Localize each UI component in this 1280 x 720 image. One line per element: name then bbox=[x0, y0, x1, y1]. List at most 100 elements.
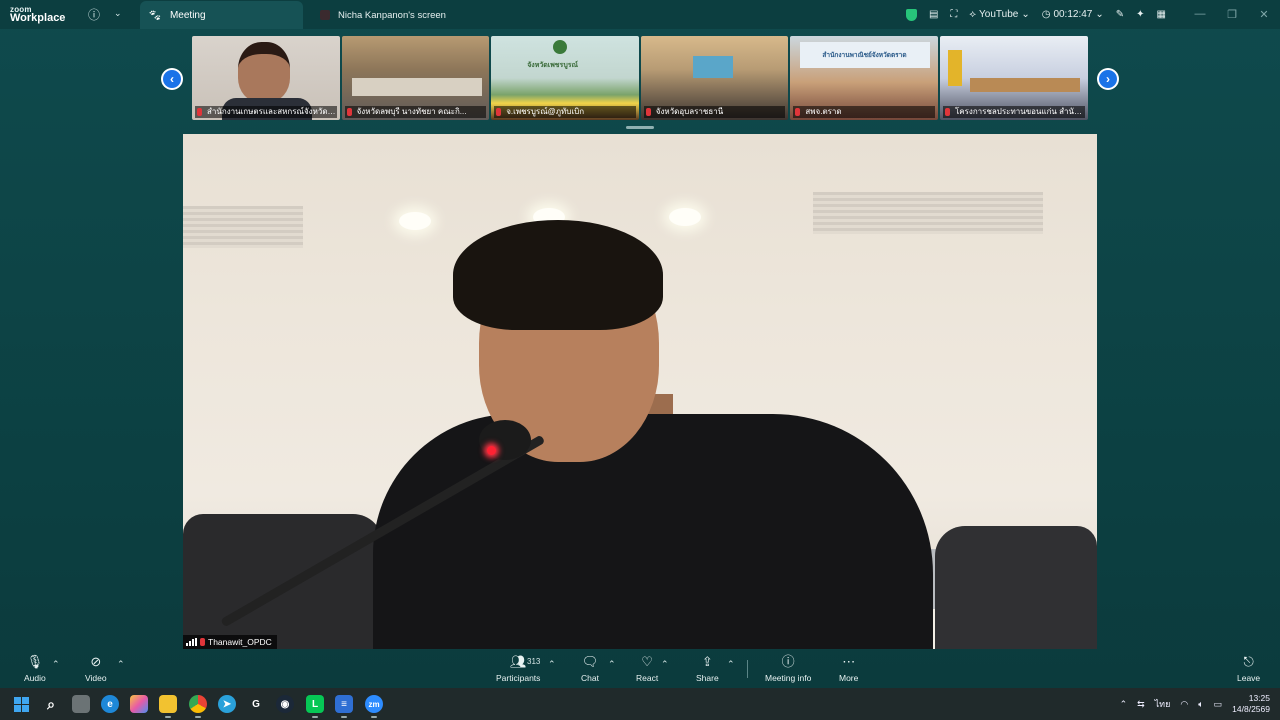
network-activity-icon[interactable]: ⇆ bbox=[1137, 699, 1145, 710]
muted-mic-icon bbox=[944, 108, 950, 116]
conference-table bbox=[351, 78, 482, 96]
chevron-down-icon: ⌄ bbox=[1021, 9, 1030, 20]
speaker-hair bbox=[453, 220, 663, 330]
stream-icon: ⟡ bbox=[969, 9, 977, 20]
steam-icon[interactable]: ◉ bbox=[276, 695, 294, 713]
ai-companion-icon[interactable]: ✦ bbox=[1136, 9, 1144, 20]
info-icon[interactable]: ⓘ bbox=[88, 6, 100, 23]
speaker-name: Thanawit_OPDC bbox=[208, 637, 272, 647]
muted-mic-icon bbox=[795, 108, 801, 116]
edge-icon[interactable]: e bbox=[101, 695, 119, 713]
more-dots-icon: ⋯ bbox=[842, 654, 856, 669]
chat-button[interactable]: 🗨︎ Chat bbox=[581, 654, 599, 683]
toolbar-divider bbox=[747, 660, 748, 678]
muted-mic-icon bbox=[496, 108, 502, 116]
speaker-body bbox=[373, 414, 933, 649]
encryption-shield-icon[interactable] bbox=[905, 8, 917, 21]
province-seal-icon bbox=[553, 40, 568, 54]
participant-tile[interactable]: จังหวัดอุบลราชธานี bbox=[640, 36, 789, 120]
telegram-icon[interactable]: ➤ bbox=[218, 695, 236, 713]
meeting-timer[interactable]: ◷ 00:12:47 ⌄ bbox=[1042, 9, 1104, 20]
taskbar-clock[interactable]: 13:25 14/8/2569 bbox=[1232, 693, 1270, 715]
zoom-workplace-logo: zoom Workplace bbox=[10, 5, 66, 24]
timer-value: 00:12:47 bbox=[1053, 9, 1093, 20]
chair bbox=[935, 526, 1097, 649]
share-button[interactable]: ⇪ Share bbox=[696, 654, 719, 683]
notes-icon[interactable]: ▤ bbox=[929, 9, 938, 20]
ceiling-light bbox=[669, 208, 701, 226]
restore-icon[interactable]: ❐ bbox=[1216, 8, 1248, 21]
react-options-caret[interactable]: ⌃ bbox=[661, 659, 669, 670]
tab-meeting-label: Meeting bbox=[169, 9, 206, 21]
flag-decoration bbox=[947, 50, 962, 86]
leave-button[interactable]: ⎋ Leave bbox=[1237, 654, 1260, 683]
language-indicator[interactable]: ไทย bbox=[1155, 697, 1171, 711]
wifi-icon[interactable]: ◠ bbox=[1180, 699, 1188, 710]
tab-shared-screen[interactable]: Nicha Kanpanon's screen bbox=[312, 1, 482, 29]
tab-shared-screen-label: Nicha Kanpanon's screen bbox=[338, 9, 446, 21]
ceiling-vent bbox=[183, 206, 303, 248]
file-explorer-icon[interactable] bbox=[159, 695, 177, 718]
chat-options-caret[interactable]: ⌃ bbox=[608, 659, 616, 670]
participant-tile[interactable]: สำนักงานเกษตรและสหกรณ์จังหวัดชั... bbox=[192, 36, 340, 120]
participant-tile[interactable]: สำนักงานพาณิชย์จังหวัดตราด สพจ.ตราด bbox=[790, 36, 938, 120]
share-options-caret[interactable]: ⌃ bbox=[727, 659, 735, 670]
muted-mic-icon bbox=[645, 108, 651, 116]
annotate-icon[interactable]: ✎ bbox=[1116, 9, 1124, 20]
notepad-icon[interactable]: ≡ bbox=[335, 695, 353, 718]
mic-muted-icon: 🎙︎ bbox=[26, 654, 44, 669]
tile-banner-text: จังหวัดเพชรบูรณ์ bbox=[527, 62, 579, 69]
gallery-next-button[interactable]: › bbox=[1097, 68, 1119, 90]
tab-meeting[interactable]: 🐾︎ Meeting bbox=[140, 1, 303, 29]
minimize-icon[interactable]: — bbox=[1184, 8, 1216, 21]
meeting-info-button[interactable]: ⓘ Meeting info bbox=[765, 654, 811, 683]
speaker-icon[interactable]: 🔈︎ bbox=[1198, 699, 1203, 710]
active-speaker-video[interactable]: Thanawit_OPDC bbox=[183, 134, 1097, 649]
tile-banner-text: สำนักงานพาณิชย์จังหวัดตราด bbox=[800, 42, 931, 68]
search-icon[interactable]: ⌕ bbox=[42, 695, 60, 713]
chevron-right-icon: › bbox=[1099, 70, 1117, 88]
copilot-icon[interactable] bbox=[130, 695, 148, 713]
participant-tile[interactable]: จังหวัดลพบุรี นางทัชยา คณะกิ... bbox=[341, 36, 490, 120]
muted-mic-icon bbox=[197, 108, 202, 116]
participants-count: 313 bbox=[527, 657, 541, 666]
muted-mic-icon bbox=[346, 108, 352, 116]
leave-icon: ⎋ bbox=[1243, 654, 1254, 669]
battery-icon[interactable]: ▭ bbox=[1214, 699, 1223, 710]
info-icon: ⓘ bbox=[781, 654, 795, 669]
chevron-down-icon: ⌄ bbox=[1095, 9, 1104, 20]
muted-mic-icon bbox=[200, 638, 205, 646]
microphone-led bbox=[487, 446, 496, 455]
title-bar: zoom Workplace ⓘ ⌄ 🐾︎ Meeting Nicha Kanp… bbox=[0, 0, 1280, 29]
tile-label: จังหวัดลพบุรี นางทัชยา คณะกิ... bbox=[344, 106, 487, 118]
resize-handle[interactable] bbox=[626, 126, 654, 129]
tile-label: จ.เพชรบูรณ์@ภูทับเบิก bbox=[494, 106, 636, 118]
youtube-stream-button[interactable]: ⟡ YouTube ⌄ bbox=[969, 9, 1029, 20]
view-switch-icon[interactable]: ⛶ bbox=[950, 9, 957, 20]
chevron-down-icon[interactable]: ⌄ bbox=[114, 8, 122, 19]
video-button[interactable]: ⊘ Video bbox=[85, 654, 107, 683]
participant-tile[interactable]: โครงการชลประทานขอนแก่น สำนักงา... bbox=[939, 36, 1088, 120]
start-icon[interactable] bbox=[12, 695, 30, 713]
video-options-caret[interactable]: ⌃ bbox=[117, 659, 125, 670]
task-view-icon[interactable] bbox=[72, 695, 90, 713]
clock-date: 14/8/2569 bbox=[1232, 704, 1270, 714]
app-g-icon[interactable]: G bbox=[247, 695, 265, 713]
participant-tile[interactable]: จังหวัดเพชรบูรณ์ จ.เพชรบูรณ์@ภูทับเบิก bbox=[491, 36, 639, 120]
system-tray: ⌃ ⇆ ไทย ◠ 🔈︎ ▭ 13:25 14/8/2569 bbox=[1120, 688, 1270, 720]
gallery-strip: สำนักงานเกษตรและสหกรณ์จังหวัดชั... จังหว… bbox=[192, 36, 1088, 120]
zoom-taskbar-icon[interactable]: zm bbox=[365, 695, 383, 718]
chrome-icon[interactable] bbox=[189, 695, 207, 718]
more-button[interactable]: ⋯ More bbox=[839, 654, 858, 683]
close-icon[interactable]: ✕ bbox=[1248, 8, 1280, 21]
clock-time: 13:25 bbox=[1248, 693, 1270, 703]
speaker-name-tag: Thanawit_OPDC bbox=[183, 635, 277, 649]
gallery-prev-button[interactable]: ‹ bbox=[161, 68, 183, 90]
participants-options-caret[interactable]: ⌃ bbox=[548, 659, 556, 670]
chevron-up-icon[interactable]: ⌃ bbox=[1120, 699, 1128, 710]
line-icon[interactable]: L bbox=[306, 695, 324, 718]
react-button[interactable]: ♡ React bbox=[636, 654, 658, 683]
audio-options-caret[interactable]: ⌃ bbox=[52, 659, 60, 670]
audio-button[interactable]: 🎙︎ Audio bbox=[24, 654, 46, 683]
layout-icon[interactable]: ▦ bbox=[1157, 9, 1166, 20]
